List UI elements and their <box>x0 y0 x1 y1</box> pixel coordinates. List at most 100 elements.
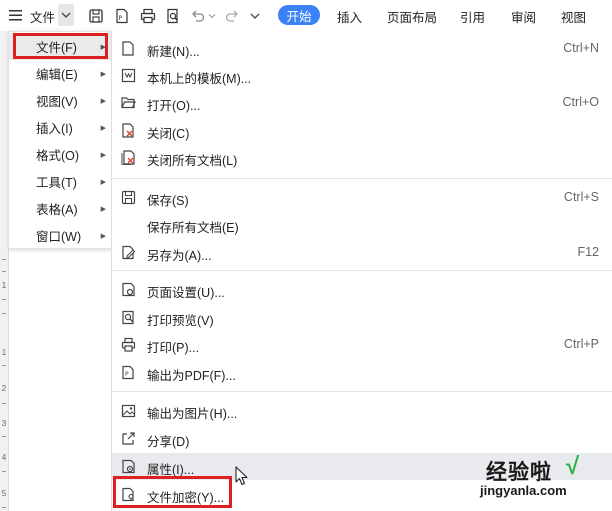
print-preview-icon <box>120 309 136 325</box>
submenu-item-label: 关闭所有文档(L) <box>147 154 238 168</box>
close-all-icon <box>120 149 136 165</box>
svg-text:P: P <box>119 15 123 22</box>
ruler-number: 3 <box>1 419 7 428</box>
submenu-item-export-image[interactable]: 输出为图片(H)... <box>112 397 612 424</box>
close-file-icon <box>120 122 136 138</box>
chevron-right-icon: ▶ <box>100 43 106 51</box>
export-image-icon <box>120 402 136 418</box>
submenu-item-export-pdf[interactable]: P 输出为PDF(F)... <box>112 359 612 386</box>
main-menu-item-label: 插入(I) <box>36 122 73 136</box>
submenu-item-label: 关闭(C) <box>147 127 190 141</box>
ruler-number: 1 <box>1 281 7 290</box>
watermark-check-icon: √ <box>566 453 580 480</box>
tab-view[interactable]: 视图 <box>561 7 586 26</box>
watermark-url: jingyanla.com <box>480 483 567 498</box>
submenu-item-label: 打开(O)... <box>147 99 201 113</box>
customize-quick-access-icon[interactable] <box>248 6 262 26</box>
redo-icon[interactable] <box>222 6 242 26</box>
ruler-number: 2 <box>1 384 7 393</box>
submenu-item-label: 页面设置(U)... <box>147 286 225 300</box>
main-menu-item-file[interactable]: 文件(F) ▶ <box>9 33 112 60</box>
main-menu-item-label: 文件(F) <box>36 41 77 55</box>
ruler-tick <box>2 271 6 272</box>
save-as-icon <box>120 244 136 260</box>
file-menu-dropdown-button[interactable] <box>58 4 74 26</box>
submenu-item-share[interactable]: 分享(D) <box>112 425 612 452</box>
export-pdf-icon[interactable]: P <box>112 6 132 26</box>
submenu-item-label: 输出为图片(H)... <box>147 407 238 421</box>
submenu-item-local-templates[interactable]: 本机上的模板(M)... <box>112 62 612 89</box>
main-menu-item-label: 编辑(E) <box>36 68 78 82</box>
main-menu-item-tools[interactable]: 工具(T) ▶ <box>9 168 112 195</box>
template-icon <box>120 67 136 83</box>
main-menu-item-table[interactable]: 表格(A) ▶ <box>9 195 112 222</box>
main-menu-item-label: 格式(O) <box>36 149 80 163</box>
folder-open-icon <box>120 94 136 110</box>
ruler-tick <box>2 507 6 508</box>
main-menu: 文件(F) ▶ 编辑(E) ▶ 视图(V) ▶ 插入(I) ▶ 格式(O) ▶ … <box>8 31 113 249</box>
ruler-tick <box>2 299 6 300</box>
save-icon[interactable] <box>86 6 106 26</box>
chevron-right-icon: ▶ <box>100 232 106 240</box>
shortcut-label: Ctrl+S <box>563 190 599 204</box>
ruler-tick <box>2 471 6 472</box>
main-menu-item-insert[interactable]: 插入(I) ▶ <box>9 114 112 141</box>
submenu-item-close-all[interactable]: 关闭所有文档(L) <box>112 144 612 171</box>
tab-start[interactable]: 开始 <box>278 5 320 25</box>
shortcut-label: Ctrl+O <box>562 95 599 109</box>
submenu-item-label: 打印预览(V) <box>147 314 214 328</box>
ruler-tick <box>2 313 6 314</box>
tab-page-layout[interactable]: 页面布局 <box>387 7 437 26</box>
tab-review[interactable]: 审阅 <box>511 7 536 26</box>
ruler-number: 1 <box>1 348 7 357</box>
tab-references[interactable]: 引用 <box>460 7 485 26</box>
submenu-item-new[interactable]: 新建(N)... Ctrl+N <box>112 35 612 62</box>
submenu-item-print-preview[interactable]: 打印预览(V) <box>112 304 612 331</box>
hamburger-menu-icon[interactable] <box>9 9 23 21</box>
submenu-item-label: 分享(D) <box>147 435 190 449</box>
ruler-tick <box>2 259 6 260</box>
submenu-item-save-all[interactable]: 保存所有文档(E) <box>112 211 612 238</box>
submenu-item-save-as[interactable]: 另存为(A)... F12 <box>112 239 612 266</box>
undo-icon[interactable] <box>188 6 208 26</box>
chevron-right-icon: ▶ <box>100 70 106 78</box>
submenu-item-label: 输出为PDF(F)... <box>147 369 236 383</box>
shortcut-label: Ctrl+N <box>563 41 599 55</box>
toolbar: 文件 P 开始 插入 页面布局 引用 审阅 视图 <box>0 0 612 32</box>
submenu-item-page-setup[interactable]: 页面设置(U)... <box>112 276 612 303</box>
file-submenu: 新建(N)... Ctrl+N 本机上的模板(M)... 打开(O)... Ct… <box>111 31 612 511</box>
new-file-icon <box>120 40 136 56</box>
chevron-right-icon: ▶ <box>100 97 106 105</box>
submenu-item-close[interactable]: 关闭(C) <box>112 117 612 144</box>
page-setup-icon <box>120 281 136 297</box>
export-pdf-icon: P <box>120 364 136 380</box>
encrypt-file-icon <box>120 486 136 502</box>
chevron-down-icon <box>61 12 71 18</box>
tab-insert[interactable]: 插入 <box>337 7 362 26</box>
main-menu-item-edit[interactable]: 编辑(E) ▶ <box>9 60 112 87</box>
file-menu-button[interactable]: 文件 <box>30 7 55 26</box>
submenu-item-save[interactable]: 保存(S) Ctrl+S <box>112 184 612 211</box>
ruler-number: 5 <box>1 489 7 498</box>
submenu-item-label: 属性(I)... <box>147 463 195 477</box>
chevron-right-icon: ▶ <box>100 151 106 159</box>
undo-dropdown-icon[interactable] <box>207 6 217 26</box>
submenu-item-print[interactable]: 打印(P)... Ctrl+P <box>112 331 612 358</box>
print-preview-icon[interactable] <box>163 6 183 26</box>
submenu-item-label: 本机上的模板(M)... <box>147 72 252 86</box>
chevron-right-icon: ▶ <box>100 124 106 132</box>
main-menu-item-format[interactable]: 格式(O) ▶ <box>9 141 112 168</box>
svg-text:P: P <box>125 371 129 378</box>
main-menu-item-view[interactable]: 视图(V) ▶ <box>9 87 112 114</box>
submenu-item-label: 文件加密(Y)... <box>147 491 225 505</box>
submenu-item-open[interactable]: 打开(O)... Ctrl+O <box>112 89 612 116</box>
main-menu-item-label: 窗口(W) <box>36 230 82 244</box>
chevron-right-icon: ▶ <box>100 205 106 213</box>
submenu-item-label: 新建(N)... <box>147 45 200 59</box>
share-icon <box>120 430 136 446</box>
menu-separator <box>112 391 612 392</box>
main-menu-item-window[interactable]: 窗口(W) ▶ <box>9 222 112 249</box>
printer-icon <box>120 336 136 352</box>
properties-icon <box>120 458 136 474</box>
printer-icon[interactable] <box>138 6 158 26</box>
